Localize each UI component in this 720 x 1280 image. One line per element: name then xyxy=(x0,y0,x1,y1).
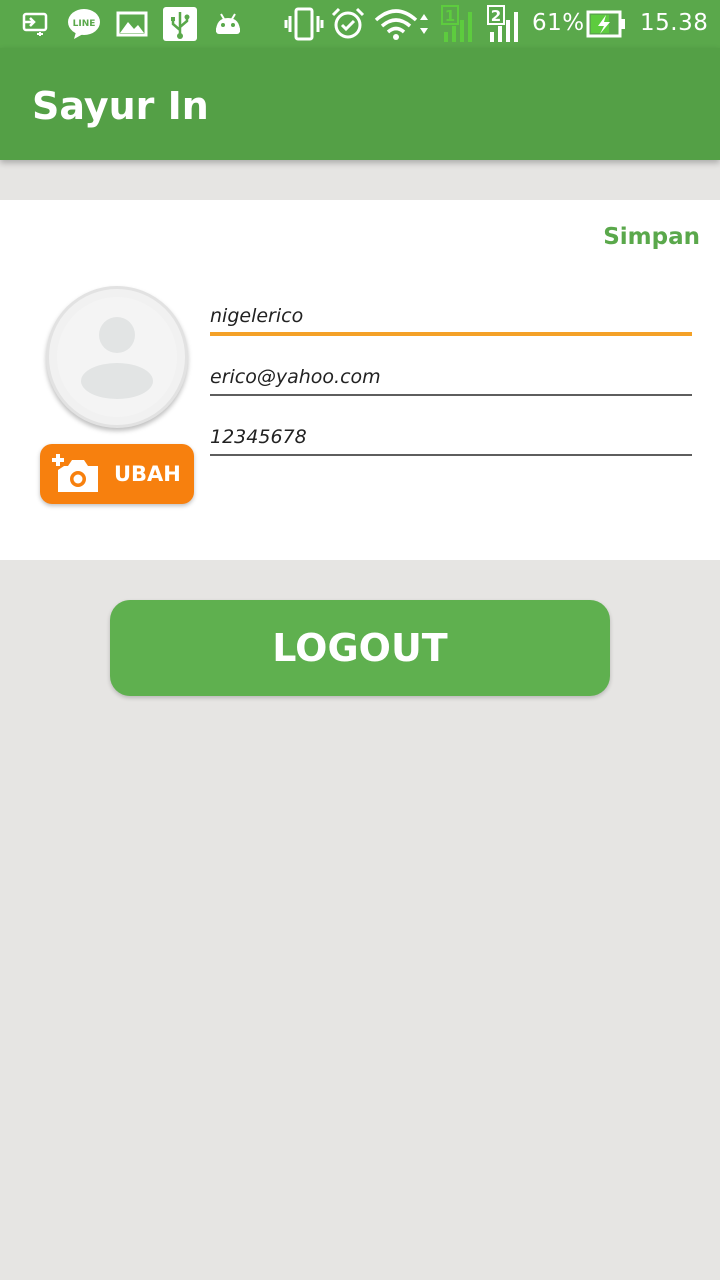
alarm-icon xyxy=(331,7,365,39)
line-app-icon: LINE xyxy=(68,9,100,39)
wifi-icon xyxy=(374,9,428,40)
user-placeholder-icon xyxy=(57,297,177,417)
save-button[interactable]: Simpan xyxy=(603,224,700,250)
profile-card: Simpan UBAH xyxy=(0,200,720,560)
phone-field-container xyxy=(210,416,692,456)
screen-cast-icon xyxy=(22,12,48,36)
logout-button[interactable]: LOGOUT xyxy=(110,600,610,696)
line-label: LINE xyxy=(73,19,96,29)
usb-icon xyxy=(163,7,197,41)
logout-label: LOGOUT xyxy=(272,626,448,670)
sim2-label: 2 xyxy=(491,7,501,25)
change-photo-button[interactable]: UBAH xyxy=(40,444,194,504)
app-title: Sayur In xyxy=(32,84,209,128)
email-input[interactable] xyxy=(210,356,692,394)
phone-input[interactable] xyxy=(210,416,692,454)
signal-icon: 2 xyxy=(487,5,518,42)
username-field-container xyxy=(210,296,692,336)
email-field-container xyxy=(210,356,692,396)
change-photo-label: UBAH xyxy=(114,462,181,486)
add-photo-icon xyxy=(52,454,98,492)
signal-icon: 1 xyxy=(441,5,472,42)
android-debug-icon xyxy=(216,13,240,34)
sim1-label: 1 xyxy=(445,7,455,25)
username-input[interactable] xyxy=(210,296,692,332)
status-bar: LINE 1 2 61% 15.38 xyxy=(0,0,720,48)
vibrate-icon xyxy=(284,7,324,41)
battery-percentage: 61% xyxy=(532,10,585,36)
app-bar: Sayur In xyxy=(0,48,720,160)
battery-charging-icon xyxy=(586,10,625,38)
clock: 15.38 xyxy=(640,10,709,36)
gallery-icon xyxy=(116,11,148,37)
avatar[interactable] xyxy=(46,286,188,428)
